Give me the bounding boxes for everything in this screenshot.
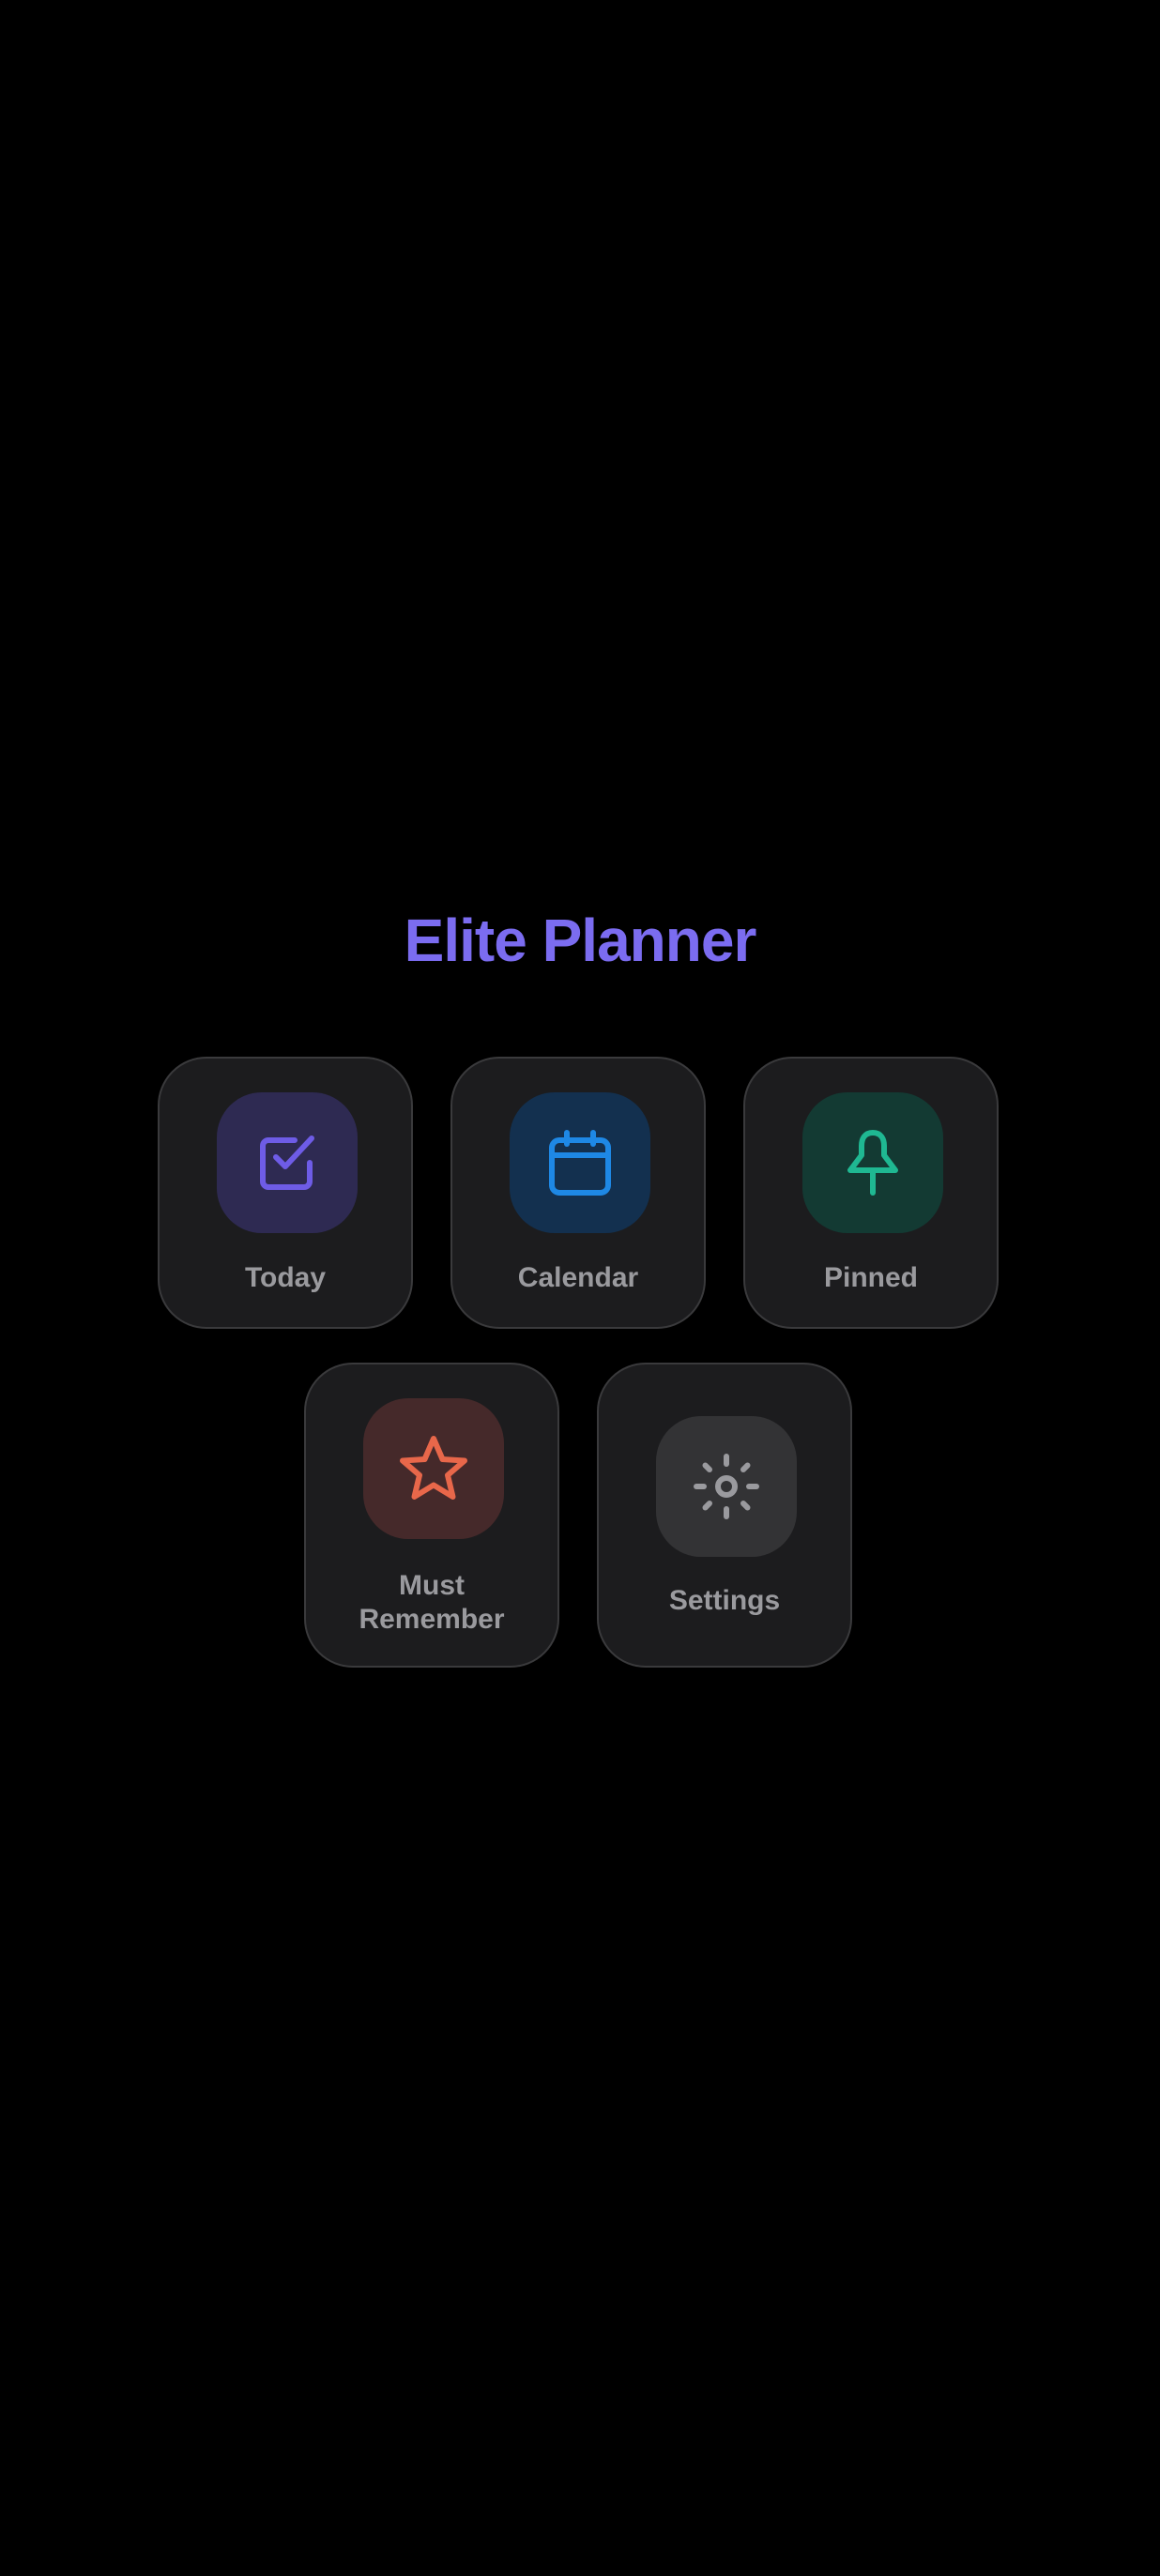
calendar-label: Calendar: [517, 1262, 639, 1293]
must-remember-icon-box: [363, 1398, 504, 1539]
today-label: Today: [244, 1262, 327, 1293]
must-remember-label-line1: Must: [399, 1570, 465, 1601]
settings-label: Settings: [668, 1585, 781, 1616]
calendar-icon-box: [510, 1092, 650, 1233]
pinned-label: Pinned: [823, 1262, 918, 1293]
settings-icon-box: [656, 1416, 797, 1557]
must-remember-label-line2: Remember: [359, 1604, 505, 1635]
today-tile[interactable]: Today: [158, 1057, 413, 1329]
star-icon: [400, 1436, 467, 1500]
today-icon-box: [217, 1092, 358, 1233]
calendar-icon: [549, 1130, 611, 1196]
pin-icon: [847, 1130, 898, 1196]
page-title: Elite Planner: [404, 907, 757, 974]
pinned-icon-box: [802, 1092, 943, 1233]
calendar-tile[interactable]: Calendar: [450, 1057, 706, 1329]
sun-gear-icon: [694, 1454, 759, 1519]
settings-tile[interactable]: Settings: [597, 1363, 852, 1668]
pinned-tile[interactable]: Pinned: [743, 1057, 999, 1329]
checkbox-checked-icon: [260, 1136, 314, 1190]
must-remember-label: Must Remember: [306, 1569, 557, 1637]
must-remember-tile[interactable]: Must Remember: [304, 1363, 559, 1668]
